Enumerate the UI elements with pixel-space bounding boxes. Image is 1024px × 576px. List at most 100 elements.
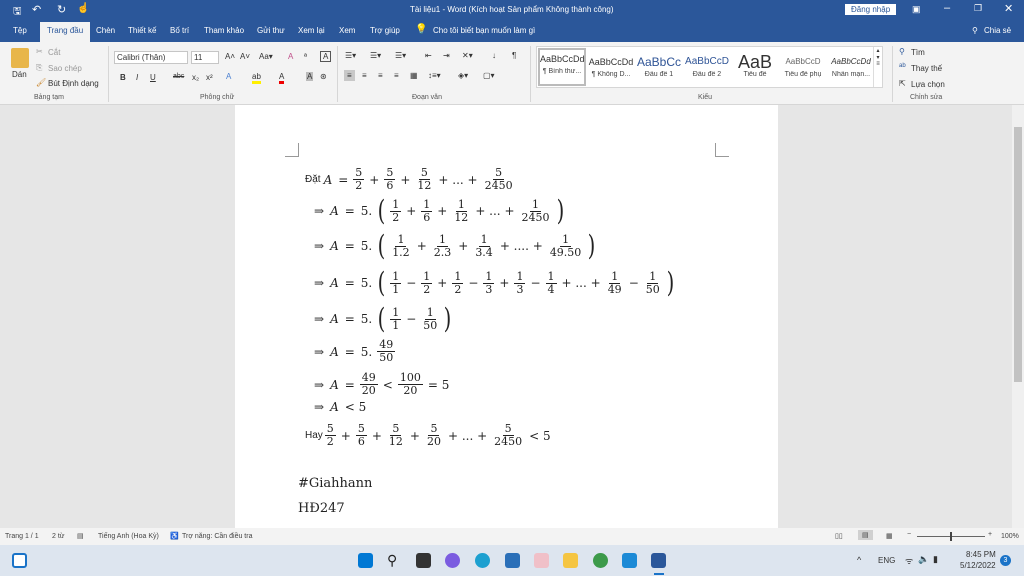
style-heading-1[interactable]: AaBbCcĐầu đề 1 (635, 53, 683, 78)
zoom-slider-thumb[interactable] (950, 532, 952, 541)
minimize-button[interactable]: – (944, 2, 950, 14)
distributed-button[interactable]: ▦ (410, 71, 418, 80)
print-layout-icon[interactable]: ▤ (858, 530, 873, 540)
character-shading-icon[interactable]: A (306, 72, 313, 81)
touch-mode-icon[interactable]: ☝ (77, 3, 89, 14)
replace-button[interactable]: Thay thế (911, 64, 942, 73)
save-icon[interactable]: 🖫 (13, 4, 22, 21)
font-size-select[interactable]: 11 (191, 51, 219, 64)
tell-me-search[interactable]: Cho tôi biết bạn muốn làm gì (433, 26, 535, 35)
widgets-icon[interactable] (12, 553, 27, 568)
numbering-icon[interactable]: ☰▾ (370, 51, 381, 60)
shading-icon[interactable]: ◈▾ (458, 71, 468, 80)
sign-in-button[interactable]: Đăng nhập (845, 4, 896, 15)
page-count[interactable]: Trang 1 / 1 (5, 533, 39, 540)
wifi-icon[interactable]: ᯤ (905, 554, 913, 567)
character-border-icon[interactable]: A (320, 51, 331, 62)
edge-icon[interactable] (475, 553, 490, 568)
asian-layout-icon[interactable]: ✕▾ (462, 51, 473, 60)
word-count[interactable]: 2 từ (52, 533, 64, 540)
text-effects-icon[interactable]: A (226, 72, 231, 81)
tab-references[interactable]: Tham khảo (204, 26, 244, 35)
style-heading-2[interactable]: AaBbCcDĐầu đề 2 (683, 53, 731, 78)
show-formatting-icon[interactable]: ¶ (512, 51, 516, 60)
styles-scroll[interactable]: ▴▾≡ (873, 47, 882, 87)
tab-insert[interactable]: Chèn (96, 26, 115, 35)
zoom-in-button[interactable]: + (988, 531, 992, 538)
tab-design[interactable]: Thiết kế (128, 26, 156, 35)
underline-button[interactable]: U (150, 73, 156, 82)
tab-help[interactable]: Trợ giúp (370, 26, 400, 35)
zoom-out-button[interactable]: − (907, 531, 911, 538)
battery-icon[interactable]: ▮ (933, 554, 938, 565)
align-right-button[interactable]: ≡ (378, 71, 383, 80)
word-taskbar-icon[interactable] (651, 553, 666, 568)
input-language[interactable]: ENG (878, 556, 895, 565)
multilevel-list-icon[interactable]: ☰▾ (395, 51, 406, 60)
mail-icon[interactable] (622, 553, 637, 568)
app-icon[interactable] (534, 553, 549, 568)
tab-mailings[interactable]: Gửi thư (257, 26, 285, 35)
volume-icon[interactable]: 🔈 (918, 554, 929, 565)
subscript-button[interactable]: x₂ (192, 73, 199, 82)
bold-button[interactable]: B (120, 73, 126, 82)
cut-button[interactable]: Cắt (48, 48, 60, 57)
file-explorer-icon[interactable] (563, 553, 578, 568)
justify-button[interactable]: ≡ (394, 71, 399, 80)
store-icon[interactable] (505, 553, 520, 568)
clear-formatting-icon[interactable]: A (288, 52, 293, 61)
read-mode-icon[interactable]: ▯▯ (835, 532, 843, 540)
tab-review[interactable]: Xem lại (298, 26, 325, 35)
borders-icon[interactable]: ▢▾ (483, 71, 495, 80)
phonetic-guide-icon[interactable]: ª (304, 52, 307, 61)
align-left-button[interactable]: ≡ (344, 70, 355, 81)
find-button[interactable]: Tìm (911, 48, 925, 57)
style-no-spacing[interactable]: AaBbCcDd¶ Không D... (587, 53, 635, 78)
paste-button[interactable]: Dán (12, 70, 27, 79)
tab-file[interactable]: Tệp (13, 26, 27, 35)
accessibility-status[interactable]: Trợ năng: Cần điều tra (182, 533, 252, 540)
bullets-icon[interactable]: ☰▾ (345, 51, 356, 60)
sort-icon[interactable]: ↓ (492, 51, 496, 60)
share-icon[interactable]: ⚲ (972, 26, 978, 35)
chat-icon[interactable] (445, 553, 460, 568)
copy-button[interactable]: Sao chép (48, 64, 82, 73)
share-button[interactable]: Chia sẻ (984, 26, 1011, 35)
show-hidden-icons[interactable]: ^ (857, 555, 861, 565)
align-center-button[interactable]: ≡ (362, 71, 367, 80)
vertical-scrollbar[interactable] (1012, 105, 1024, 528)
change-case-icon[interactable]: Aa▾ (259, 52, 273, 61)
search-icon[interactable]: ⚲ (387, 553, 402, 568)
language-indicator[interactable]: Tiếng Anh (Hoa Kỳ) (98, 533, 159, 540)
undo-icon[interactable]: ↶ (32, 3, 41, 16)
web-layout-icon[interactable]: ▦ (886, 532, 893, 540)
grow-font-icon[interactable]: A˄ (225, 52, 235, 61)
style-subtitle[interactable]: AaBbCcDTiêu đề phụ (779, 53, 827, 78)
line-spacing-icon[interactable]: ↕≡▾ (428, 71, 441, 80)
format-painter-button[interactable]: Bút Định dạng (48, 79, 99, 88)
tab-view[interactable]: Xem (339, 26, 355, 35)
superscript-button[interactable]: x² (206, 73, 213, 82)
clock-time[interactable]: 8:45 PM (966, 550, 996, 559)
decrease-indent-icon[interactable]: ⇤ (425, 51, 432, 60)
document-page[interactable]: Đặt A=52+56+512+ ... +52450⇒A=5.(12+16+1… (235, 105, 778, 528)
increase-indent-icon[interactable]: ⇥ (443, 51, 450, 60)
style-normal[interactable]: AaBbCcDd¶ Bình thư... (538, 48, 586, 86)
enclose-characters-icon[interactable]: ⊛ (320, 72, 327, 81)
scrollbar-thumb[interactable] (1014, 127, 1022, 382)
restore-button[interactable]: ❐ (974, 3, 982, 14)
italic-button[interactable]: I (136, 73, 138, 82)
zoom-level[interactable]: 100% (1001, 533, 1019, 540)
font-name-select[interactable]: Calibri (Thân) (114, 51, 188, 64)
task-view-icon[interactable] (416, 553, 431, 568)
notification-badge[interactable]: 3 (1000, 555, 1011, 566)
shrink-font-icon[interactable]: A˅ (240, 52, 250, 61)
tab-layout[interactable]: Bố trí (170, 26, 189, 35)
paste-icon[interactable] (11, 48, 29, 68)
start-icon[interactable] (358, 553, 373, 568)
proofing-icon[interactable]: ▤ (77, 532, 84, 540)
style-emphasis[interactable]: AaBbCcDdNhấn mạn... (827, 53, 875, 78)
font-color-icon[interactable]: A (279, 72, 284, 84)
close-button[interactable]: ✕ (1004, 2, 1013, 15)
clock-date[interactable]: 5/12/2022 (960, 561, 996, 570)
